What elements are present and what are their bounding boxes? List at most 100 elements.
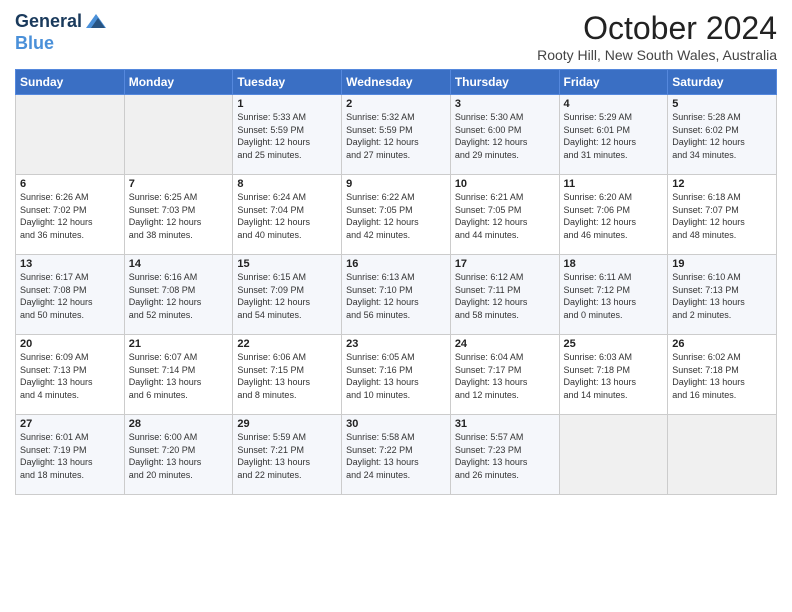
day-number: 20 (20, 338, 120, 350)
day-cell: 3Sunrise: 5:30 AM Sunset: 6:00 PM Daylig… (450, 95, 559, 175)
title-block: October 2024 Rooty Hill, New South Wales… (537, 10, 777, 63)
day-info: Sunrise: 6:12 AM Sunset: 7:11 PM Dayligh… (455, 271, 555, 321)
week-row-1: 1Sunrise: 5:33 AM Sunset: 5:59 PM Daylig… (16, 95, 777, 175)
day-info: Sunrise: 6:18 AM Sunset: 7:07 PM Dayligh… (672, 191, 772, 241)
day-cell: 29Sunrise: 5:59 AM Sunset: 7:21 PM Dayli… (233, 415, 342, 495)
day-cell: 28Sunrise: 6:00 AM Sunset: 7:20 PM Dayli… (124, 415, 233, 495)
day-info: Sunrise: 6:17 AM Sunset: 7:08 PM Dayligh… (20, 271, 120, 321)
logo-icon (84, 10, 108, 34)
day-cell: 11Sunrise: 6:20 AM Sunset: 7:06 PM Dayli… (559, 175, 668, 255)
day-info: Sunrise: 6:06 AM Sunset: 7:15 PM Dayligh… (237, 351, 337, 401)
day-cell: 19Sunrise: 6:10 AM Sunset: 7:13 PM Dayli… (668, 255, 777, 335)
day-number: 17 (455, 258, 555, 270)
day-cell: 16Sunrise: 6:13 AM Sunset: 7:10 PM Dayli… (342, 255, 451, 335)
day-number: 7 (129, 178, 229, 190)
day-info: Sunrise: 6:02 AM Sunset: 7:18 PM Dayligh… (672, 351, 772, 401)
day-info: Sunrise: 6:15 AM Sunset: 7:09 PM Dayligh… (237, 271, 337, 321)
day-info: Sunrise: 6:21 AM Sunset: 7:05 PM Dayligh… (455, 191, 555, 241)
day-info: Sunrise: 6:25 AM Sunset: 7:03 PM Dayligh… (129, 191, 229, 241)
day-cell: 7Sunrise: 6:25 AM Sunset: 7:03 PM Daylig… (124, 175, 233, 255)
day-cell: 26Sunrise: 6:02 AM Sunset: 7:18 PM Dayli… (668, 335, 777, 415)
day-info: Sunrise: 6:05 AM Sunset: 7:16 PM Dayligh… (346, 351, 446, 401)
day-cell (559, 415, 668, 495)
day-cell: 5Sunrise: 5:28 AM Sunset: 6:02 PM Daylig… (668, 95, 777, 175)
day-cell: 24Sunrise: 6:04 AM Sunset: 7:17 PM Dayli… (450, 335, 559, 415)
day-info: Sunrise: 6:00 AM Sunset: 7:20 PM Dayligh… (129, 431, 229, 481)
day-cell: 22Sunrise: 6:06 AM Sunset: 7:15 PM Dayli… (233, 335, 342, 415)
day-cell: 8Sunrise: 6:24 AM Sunset: 7:04 PM Daylig… (233, 175, 342, 255)
day-info: Sunrise: 5:57 AM Sunset: 7:23 PM Dayligh… (455, 431, 555, 481)
day-cell: 18Sunrise: 6:11 AM Sunset: 7:12 PM Dayli… (559, 255, 668, 335)
logo-blue: Blue (15, 34, 54, 54)
calendar-subtitle: Rooty Hill, New South Wales, Australia (537, 47, 777, 63)
header: General Blue October 2024 Rooty Hill, Ne… (15, 10, 777, 63)
day-number: 8 (237, 178, 337, 190)
header-row: SundayMondayTuesdayWednesdayThursdayFrid… (16, 70, 777, 95)
day-cell: 15Sunrise: 6:15 AM Sunset: 7:09 PM Dayli… (233, 255, 342, 335)
day-cell (16, 95, 125, 175)
day-info: Sunrise: 6:01 AM Sunset: 7:19 PM Dayligh… (20, 431, 120, 481)
day-number: 27 (20, 418, 120, 430)
col-header-monday: Monday (124, 70, 233, 95)
week-row-4: 20Sunrise: 6:09 AM Sunset: 7:13 PM Dayli… (16, 335, 777, 415)
day-info: Sunrise: 5:28 AM Sunset: 6:02 PM Dayligh… (672, 111, 772, 161)
page: General Blue October 2024 Rooty Hill, Ne… (0, 0, 792, 505)
day-cell: 27Sunrise: 6:01 AM Sunset: 7:19 PM Dayli… (16, 415, 125, 495)
day-number: 10 (455, 178, 555, 190)
day-number: 23 (346, 338, 446, 350)
day-number: 5 (672, 98, 772, 110)
week-row-3: 13Sunrise: 6:17 AM Sunset: 7:08 PM Dayli… (16, 255, 777, 335)
day-cell (668, 415, 777, 495)
logo-text: General (15, 12, 82, 32)
day-info: Sunrise: 5:30 AM Sunset: 6:00 PM Dayligh… (455, 111, 555, 161)
day-info: Sunrise: 6:16 AM Sunset: 7:08 PM Dayligh… (129, 271, 229, 321)
day-info: Sunrise: 5:59 AM Sunset: 7:21 PM Dayligh… (237, 431, 337, 481)
day-info: Sunrise: 6:26 AM Sunset: 7:02 PM Dayligh… (20, 191, 120, 241)
day-number: 3 (455, 98, 555, 110)
day-cell: 14Sunrise: 6:16 AM Sunset: 7:08 PM Dayli… (124, 255, 233, 335)
day-info: Sunrise: 6:20 AM Sunset: 7:06 PM Dayligh… (564, 191, 664, 241)
day-number: 30 (346, 418, 446, 430)
day-number: 26 (672, 338, 772, 350)
day-info: Sunrise: 6:13 AM Sunset: 7:10 PM Dayligh… (346, 271, 446, 321)
calendar-table: SundayMondayTuesdayWednesdayThursdayFrid… (15, 69, 777, 495)
day-cell: 21Sunrise: 6:07 AM Sunset: 7:14 PM Dayli… (124, 335, 233, 415)
day-info: Sunrise: 5:33 AM Sunset: 5:59 PM Dayligh… (237, 111, 337, 161)
day-number: 13 (20, 258, 120, 270)
day-number: 1 (237, 98, 337, 110)
day-number: 21 (129, 338, 229, 350)
day-info: Sunrise: 6:07 AM Sunset: 7:14 PM Dayligh… (129, 351, 229, 401)
day-number: 25 (564, 338, 664, 350)
day-cell: 31Sunrise: 5:57 AM Sunset: 7:23 PM Dayli… (450, 415, 559, 495)
day-number: 2 (346, 98, 446, 110)
day-number: 22 (237, 338, 337, 350)
day-cell: 10Sunrise: 6:21 AM Sunset: 7:05 PM Dayli… (450, 175, 559, 255)
day-number: 11 (564, 178, 664, 190)
day-cell: 23Sunrise: 6:05 AM Sunset: 7:16 PM Dayli… (342, 335, 451, 415)
day-cell: 6Sunrise: 6:26 AM Sunset: 7:02 PM Daylig… (16, 175, 125, 255)
day-cell: 9Sunrise: 6:22 AM Sunset: 7:05 PM Daylig… (342, 175, 451, 255)
day-number: 12 (672, 178, 772, 190)
day-number: 15 (237, 258, 337, 270)
week-row-2: 6Sunrise: 6:26 AM Sunset: 7:02 PM Daylig… (16, 175, 777, 255)
day-cell (124, 95, 233, 175)
day-info: Sunrise: 5:29 AM Sunset: 6:01 PM Dayligh… (564, 111, 664, 161)
day-number: 28 (129, 418, 229, 430)
day-cell: 13Sunrise: 6:17 AM Sunset: 7:08 PM Dayli… (16, 255, 125, 335)
day-cell: 2Sunrise: 5:32 AM Sunset: 5:59 PM Daylig… (342, 95, 451, 175)
day-number: 4 (564, 98, 664, 110)
calendar-title: October 2024 (537, 10, 777, 47)
day-number: 14 (129, 258, 229, 270)
day-info: Sunrise: 6:03 AM Sunset: 7:18 PM Dayligh… (564, 351, 664, 401)
day-cell: 25Sunrise: 6:03 AM Sunset: 7:18 PM Dayli… (559, 335, 668, 415)
day-info: Sunrise: 5:58 AM Sunset: 7:22 PM Dayligh… (346, 431, 446, 481)
day-info: Sunrise: 6:10 AM Sunset: 7:13 PM Dayligh… (672, 271, 772, 321)
col-header-sunday: Sunday (16, 70, 125, 95)
day-info: Sunrise: 5:32 AM Sunset: 5:59 PM Dayligh… (346, 111, 446, 161)
day-cell: 1Sunrise: 5:33 AM Sunset: 5:59 PM Daylig… (233, 95, 342, 175)
col-header-friday: Friday (559, 70, 668, 95)
day-info: Sunrise: 6:11 AM Sunset: 7:12 PM Dayligh… (564, 271, 664, 321)
day-cell: 17Sunrise: 6:12 AM Sunset: 7:11 PM Dayli… (450, 255, 559, 335)
day-number: 6 (20, 178, 120, 190)
day-number: 31 (455, 418, 555, 430)
